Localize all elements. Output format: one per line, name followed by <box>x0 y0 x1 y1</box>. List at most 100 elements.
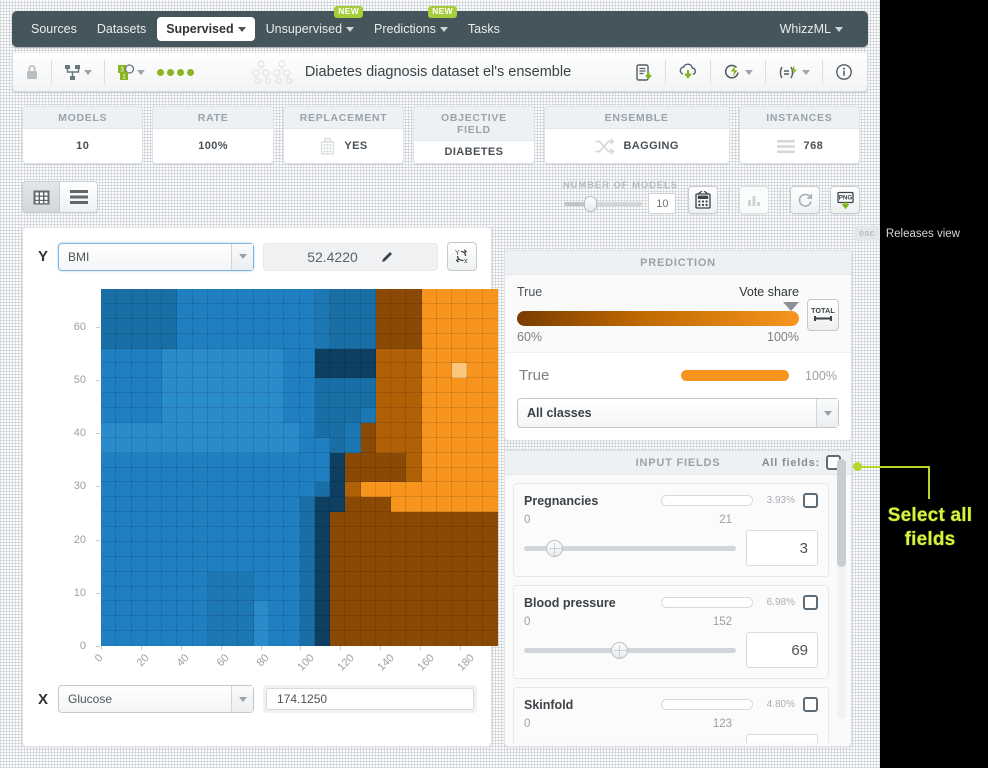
network-button[interactable] <box>58 62 98 83</box>
heatmap-cell <box>130 526 148 543</box>
swap-axes-button[interactable]: Y x <box>447 242 477 271</box>
field-slider-row: 69 <box>524 632 818 668</box>
heatmap-cell <box>283 318 301 335</box>
field-checkbox[interactable] <box>803 493 818 508</box>
heatmap-cell <box>390 511 407 528</box>
heatmap-cell <box>344 466 362 483</box>
nav-label: Unsupervised <box>265 22 343 36</box>
heatmap-cell <box>253 303 270 320</box>
card-title: ENSEMBLE <box>544 107 729 129</box>
heatmap-cell <box>207 526 224 543</box>
fields-button[interactable]: 3 1 <box>111 62 151 83</box>
heatmap-cell <box>192 452 209 469</box>
heatmap-cell <box>436 496 453 513</box>
heatmap-cell <box>161 303 178 320</box>
card-value-wrap: BAGGING <box>545 129 729 163</box>
field-checkbox[interactable] <box>803 697 818 712</box>
lock-button[interactable] <box>13 62 45 82</box>
field-slider-handle[interactable] <box>611 642 629 659</box>
png-download-button[interactable]: PNG <box>830 186 860 214</box>
field-checkbox[interactable] <box>803 595 818 610</box>
heatmap-cell <box>314 318 331 335</box>
nav-item-sources[interactable]: Sources <box>22 17 86 41</box>
heatmap-cell <box>359 526 377 543</box>
heatmap-cell <box>101 392 117 409</box>
prediction-class-row: True 100% <box>505 352 851 398</box>
nav-item-predictions[interactable]: NEW Predictions <box>365 6 457 41</box>
calculator-button[interactable] <box>688 186 718 214</box>
heatmap-cell <box>115 407 133 424</box>
y-tick <box>96 433 100 435</box>
grid-view-button[interactable] <box>23 182 60 212</box>
x-value-input[interactable]: 174.1250 <box>266 688 474 710</box>
card-title: REPLACEMENT <box>283 107 404 129</box>
heatmap-cell <box>161 392 178 409</box>
heatmap-cell <box>207 466 224 483</box>
heatmap-cell <box>359 466 377 483</box>
view-toolbar-right: NUMBER OF MODELS 10 PNG <box>563 178 860 216</box>
heatmap-cell <box>405 585 423 602</box>
script-button[interactable] <box>772 61 816 84</box>
heatmap-cell <box>237 333 255 350</box>
number-of-models-value[interactable]: 10 <box>648 193 677 214</box>
swap-axes-icon: Y x <box>455 248 468 265</box>
heatmap-cell <box>421 303 438 320</box>
heatmap-cell <box>161 466 178 483</box>
nav-item-datasets[interactable]: Datasets <box>88 17 155 41</box>
field-max: 123 <box>712 718 732 730</box>
field-slider[interactable] <box>524 540 736 557</box>
heatmap-cell <box>115 496 133 513</box>
scrollbar-thumb[interactable] <box>837 459 846 567</box>
heatmap-cell <box>222 511 240 528</box>
heatmap-cell <box>482 511 498 528</box>
flash-button[interactable] <box>717 61 759 84</box>
heatmap-cell <box>283 585 301 602</box>
heatmap-cell <box>329 377 346 394</box>
heatmap-cell <box>101 615 117 632</box>
heatmap-cell <box>344 571 362 588</box>
heatmap-cell <box>146 437 163 454</box>
field-min: 0 <box>524 514 531 526</box>
info-button[interactable] <box>829 61 859 83</box>
heatmap-cell <box>314 496 331 513</box>
y-tick <box>96 326 100 328</box>
heatmap-cell <box>344 347 362 364</box>
field-value-input[interactable]: 20 <box>746 734 818 743</box>
list-view-button[interactable] <box>60 182 97 212</box>
heatmap-cell <box>101 630 117 646</box>
heatmap-cell <box>329 615 346 632</box>
y-field-select[interactable]: BMI <box>58 242 254 271</box>
x-field-select[interactable]: Glucose <box>58 685 254 713</box>
field-importance-percent: 3.93% <box>766 495 795 506</box>
field-slider-row: 20 <box>524 734 818 743</box>
heatmap-cell <box>146 347 163 364</box>
nav-item-supervised[interactable]: Supervised <box>157 17 255 41</box>
field-slider[interactable] <box>524 642 736 659</box>
heatmap-cell <box>253 466 270 483</box>
cloud-download-button[interactable] <box>672 61 704 84</box>
total-button[interactable]: TOTAL <box>807 298 839 331</box>
class-percent: 100% <box>805 368 837 383</box>
refresh-button[interactable] <box>790 186 820 214</box>
heatmap-cell <box>237 407 255 424</box>
field-value-input[interactable]: 69 <box>746 632 818 668</box>
heatmap-grid[interactable] <box>101 289 498 646</box>
number-of-models-row: 10 <box>564 193 677 214</box>
number-of-models-slider[interactable] <box>564 195 643 212</box>
fields-scrollbar[interactable] <box>837 459 846 719</box>
nav-item-account[interactable]: WhizzML <box>771 17 852 41</box>
clipboard-download-button[interactable] <box>629 61 659 84</box>
field-value-input[interactable]: 3 <box>746 530 818 566</box>
field-min: 0 <box>524 718 531 730</box>
field-slider-handle[interactable] <box>545 540 563 557</box>
nav-item-tasks[interactable]: Tasks <box>459 17 509 41</box>
heatmap-cell <box>253 377 270 394</box>
slider-handle[interactable] <box>584 195 598 212</box>
y-value-box[interactable]: 52.4220 <box>263 242 438 271</box>
heatmap-cell <box>344 437 362 454</box>
nav-item-unsupervised[interactable]: NEW Unsupervised <box>257 6 364 41</box>
chart-button[interactable] <box>739 186 769 214</box>
pencil-icon[interactable] <box>380 250 394 264</box>
classes-select[interactable]: All classes <box>517 398 839 428</box>
heatmap-cell <box>344 526 362 543</box>
